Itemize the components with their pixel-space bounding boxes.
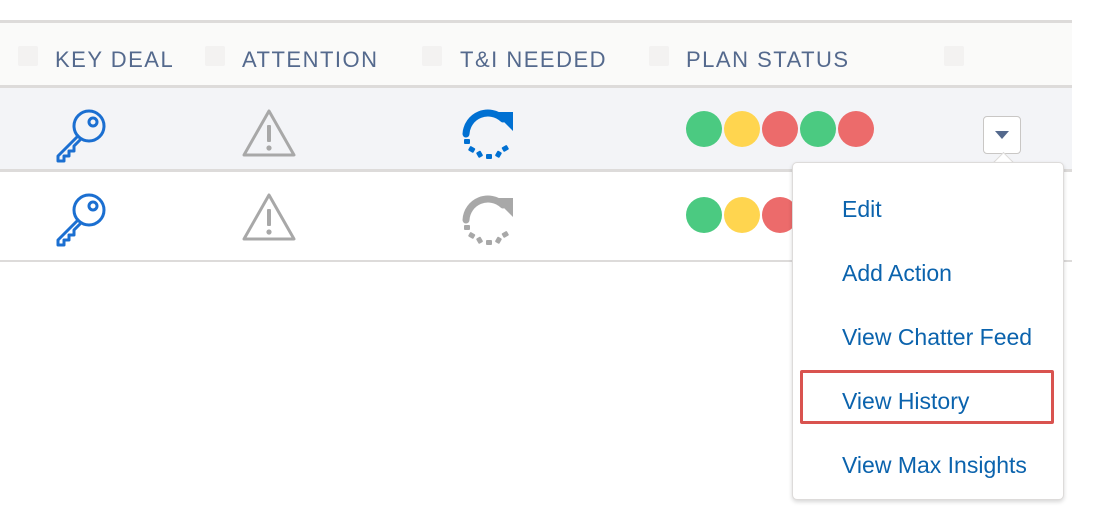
- column-header-ti-needed[interactable]: T&I NEEDED: [460, 47, 607, 73]
- status-dot-red: [838, 111, 874, 147]
- warning-icon: [242, 193, 296, 241]
- table-row: [0, 88, 1072, 172]
- column-header-key-deal[interactable]: KEY DEAL: [55, 47, 174, 73]
- column-header-attention[interactable]: ATTENTION: [242, 47, 379, 73]
- column-select-checkbox[interactable]: [18, 46, 38, 66]
- column-select-checkbox[interactable]: [649, 46, 669, 66]
- status-dot-yellow: [724, 111, 760, 147]
- menu-item-add-action[interactable]: Add Action: [842, 260, 952, 287]
- status-dot-yellow: [724, 197, 760, 233]
- plan-status-indicators: [686, 111, 874, 147]
- menu-item-edit[interactable]: Edit: [842, 196, 882, 223]
- column-header-plan-status[interactable]: PLAN STATUS: [686, 47, 850, 73]
- list-view: KEY DEAL ATTENTION T&I NEEDED PLAN STATU…: [0, 0, 1095, 530]
- column-select-checkbox[interactable]: [205, 46, 225, 66]
- key-icon: [56, 193, 106, 247]
- highlight-box: [800, 370, 1054, 424]
- table-header: KEY DEAL ATTENTION T&I NEEDED PLAN STATU…: [0, 20, 1072, 88]
- chevron-down-icon: [995, 131, 1009, 139]
- refresh-icon[interactable]: [458, 190, 518, 250]
- column-select-checkbox[interactable]: [944, 46, 964, 66]
- row-action-button[interactable]: [983, 116, 1021, 154]
- refresh-icon[interactable]: [458, 104, 518, 164]
- menu-item-view-chatter-feed[interactable]: View Chatter Feed: [842, 324, 1032, 351]
- column-select-checkbox[interactable]: [422, 46, 442, 66]
- status-dot-green: [686, 197, 722, 233]
- key-icon: [56, 109, 106, 163]
- status-dot-red: [762, 111, 798, 147]
- row-action-menu: Edit Add Action View Chatter Feed View H…: [792, 162, 1064, 500]
- plan-status-indicators: [686, 197, 798, 233]
- status-dot-green: [686, 111, 722, 147]
- status-dot-green: [800, 111, 836, 147]
- warning-icon: [242, 109, 296, 157]
- menu-item-view-max-insights[interactable]: View Max Insights: [842, 452, 1027, 479]
